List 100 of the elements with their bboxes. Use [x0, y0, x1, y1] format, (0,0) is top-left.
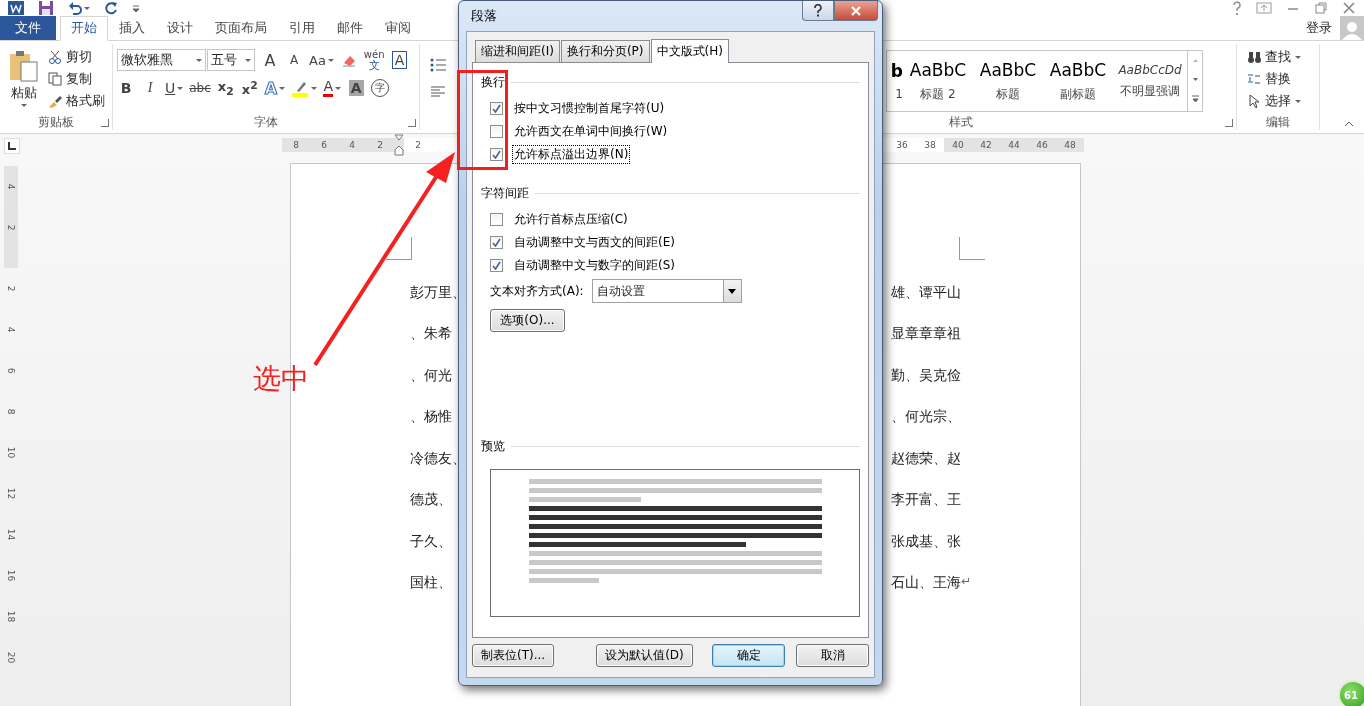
font-format-button[interactable]: A	[348, 80, 364, 96]
section-heading: 字符间距	[481, 184, 529, 202]
font-format-button[interactable]: B	[120, 80, 132, 96]
editing-action[interactable]: 选择	[1265, 92, 1291, 110]
redo-icon[interactable]	[104, 1, 118, 15]
caret-icon[interactable]	[1295, 55, 1301, 59]
close-button[interactable]	[834, 1, 878, 21]
group-label: 编辑	[1265, 114, 1291, 130]
checkbox[interactable]	[490, 236, 503, 249]
paste-button[interactable]: 粘贴	[4, 46, 44, 112]
style-option[interactable]: AaBbCcDd 不明显强调	[1113, 51, 1187, 111]
font-format-button[interactable]: I	[147, 80, 153, 96]
scissors-icon	[48, 50, 62, 64]
save-icon[interactable]	[38, 0, 54, 16]
caret-icon[interactable]	[279, 86, 286, 90]
style-option[interactable]: AaBbC 标题 2	[903, 51, 973, 111]
editing-action[interactable]: 替换	[1265, 70, 1291, 88]
close-icon[interactable]	[1342, 1, 1356, 15]
tab-selector-icon[interactable]	[4, 138, 20, 154]
dialog-tab[interactable]: 缩进和间距(I)	[475, 40, 560, 62]
document-text: 显章章章祖	[891, 325, 961, 342]
font-format-button[interactable]: A	[264, 50, 276, 70]
style-option[interactable]: AaBbC 副标题	[1043, 51, 1113, 111]
section-heading: 预览	[481, 437, 505, 455]
font-name-field[interactable]: 微软雅黑	[117, 49, 206, 71]
font-format-button[interactable]: abc	[189, 81, 211, 95]
replace-icon	[1247, 72, 1261, 86]
dialog-tab[interactable]: 中文版式(H)	[650, 39, 729, 63]
font-format-button[interactable]: x$_{2}$	[217, 78, 234, 98]
clipboard-action[interactable]: 格式刷	[66, 92, 105, 110]
document-text: 勤、吴克俭	[891, 366, 961, 383]
brush-icon	[48, 94, 62, 108]
checkbox[interactable]	[490, 259, 503, 272]
font-format-button[interactable]: A	[289, 53, 299, 67]
close-icon	[850, 5, 862, 16]
dialog-tab[interactable]: 换行和分页(P)	[560, 40, 650, 62]
checkbox-label[interactable]: 自动调整中文与数字的间距(S)	[513, 257, 676, 274]
caret-icon[interactable]	[1295, 99, 1301, 103]
caret-icon[interactable]	[335, 86, 341, 90]
document-text: 、何光宗、	[891, 408, 961, 425]
style-option[interactable]: AaBbC 标题	[973, 51, 1043, 111]
document-text: 雄、谭平山	[891, 283, 961, 300]
checkbox[interactable]	[490, 102, 503, 115]
margin-corner-mark	[386, 237, 412, 260]
document-text: 、朱希	[410, 325, 452, 344]
help-icon	[813, 4, 823, 17]
customize-toolbar-icon[interactable]	[132, 4, 140, 12]
document-text: 石山、王海	[891, 574, 961, 591]
bullet-list-icon[interactable]	[430, 58, 446, 72]
sign-in-link[interactable]: 登录	[1306, 19, 1332, 37]
clipboard-action[interactable]: 剪切	[66, 48, 92, 66]
checkbox-label[interactable]: 按中文习惯控制首尾字符(U)	[513, 100, 666, 117]
document-text: 德茂、	[410, 491, 452, 510]
clipboard-icon	[9, 50, 39, 82]
font-size-field[interactable]: 五号	[207, 49, 255, 71]
checkbox-label[interactable]: 自动调整中文与西文的间距(E)	[513, 234, 676, 251]
font-format-button[interactable]: A	[323, 79, 333, 97]
group-label: 字体	[253, 114, 279, 130]
dropdown-arrow-icon	[728, 288, 737, 294]
help-button[interactable]	[802, 1, 834, 21]
help-icon[interactable]	[1232, 1, 1242, 15]
document-text: 赵德荣、赵	[891, 449, 961, 466]
checkbox[interactable]	[490, 148, 503, 161]
ribbon-display-icon[interactable]	[1256, 1, 1272, 15]
document-text: 张成基、张	[891, 532, 961, 549]
font-format-button[interactable]: Aa	[309, 52, 326, 68]
file-menu-tab[interactable]: 文件	[0, 16, 56, 40]
checkbox[interactable]	[490, 125, 503, 138]
dialog-launcher-icon[interactable]	[1225, 119, 1233, 127]
dialog-button[interactable]: 制表位(T)...	[472, 644, 555, 667]
dialog-button[interactable]: 取消	[796, 644, 869, 667]
checkbox-label[interactable]: 允许西文在单词中间换行(W)	[513, 123, 669, 140]
dialog-button[interactable]: 设为默认值(D)	[596, 644, 693, 667]
document-text: 、杨惟	[410, 408, 452, 427]
checkbox[interactable]	[490, 213, 503, 226]
options-button[interactable]: 选项(O)...	[490, 309, 565, 332]
font-format-button[interactable]: A	[391, 51, 408, 69]
dialog-button[interactable]: 确定	[712, 644, 785, 667]
font-format-button[interactable]: A	[264, 78, 278, 98]
ribbon-tab[interactable]: 开始	[60, 16, 108, 41]
collapse-ribbon-icon[interactable]	[1344, 121, 1354, 127]
caret-icon[interactable]	[327, 58, 334, 62]
copy-icon	[48, 72, 62, 86]
dialog-launcher-icon[interactable]	[101, 119, 109, 127]
dialog-launcher-icon[interactable]	[408, 119, 416, 127]
clipboard-action[interactable]: 复制	[66, 70, 92, 88]
editing-action[interactable]: 查找	[1265, 48, 1291, 66]
caret-icon[interactable]	[177, 86, 184, 90]
dialog-title: 段落	[471, 7, 497, 25]
style-option[interactable]: b 1	[887, 51, 903, 111]
vertical-ruler: 4 2 2 4 6 8 10 12 14 16 18 20	[0, 156, 22, 706]
font-format-button[interactable]: U	[165, 80, 176, 96]
font-format-button[interactable]: x$^{2}$	[241, 78, 258, 98]
alignment-dropdown[interactable]: 自动设置	[591, 279, 742, 303]
caret-icon[interactable]	[311, 86, 318, 90]
checkbox-label[interactable]: 允许行首标点压缩(C)	[513, 211, 629, 228]
indent-marker-icon[interactable]	[394, 134, 404, 156]
section-heading: 换行	[481, 73, 505, 91]
undo-icon[interactable]	[68, 1, 90, 15]
phonetic-guide-button[interactable]: wén 文	[363, 49, 385, 71]
